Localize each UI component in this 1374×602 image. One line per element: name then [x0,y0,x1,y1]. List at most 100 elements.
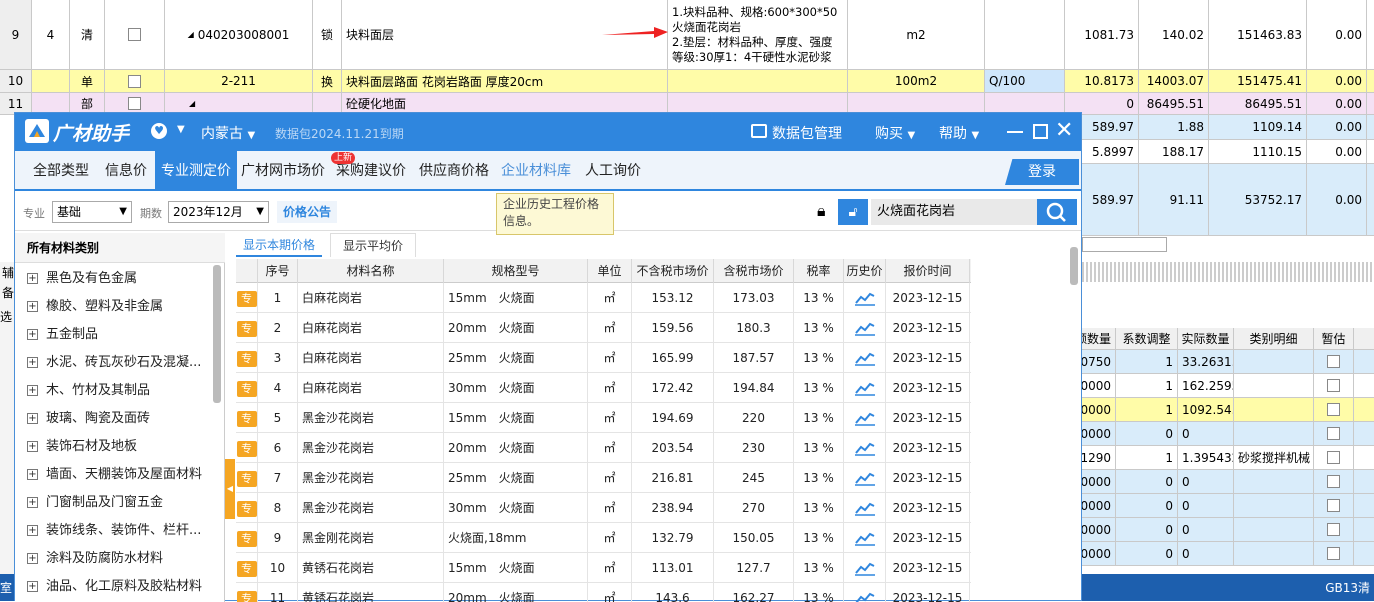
major-select[interactable]: 基础 ▼ [52,201,132,223]
price-row[interactable]: 专 5 黑金沙花岗岩 15mm 火烧面㎡ 194.69 220 13 % 2023-12-15 [236,403,971,433]
row-name[interactable]: 砼硬化地面 [342,93,668,114]
price-row[interactable]: 专 10 黄锈石花岗岩 15mm 火烧面㎡ 113.01 127.7 13 % 2023-12… [236,553,971,583]
expand-icon[interactable]: + [27,581,38,592]
region-select[interactable]: 内蒙古 ▼ [201,123,255,143]
lower-grid-row[interactable]: 0.000011092.54... [1082,398,1374,422]
row-name[interactable]: 块料面层路面 花岗岩路面 厚度20cm [342,70,668,92]
category-item[interactable]: + 墙面、天棚装饰及屋面材料 [15,461,225,489]
sheet-row[interactable]: 589.97 91.11 53752.17 0.00 [1082,164,1374,236]
row-checkbox[interactable] [128,97,141,110]
price-row[interactable]: 专 4 白麻花岗岩 30mm 火烧面㎡ 172.42 194.84 13 % 2023-12-… [236,373,971,403]
trend-chart-icon[interactable] [854,290,876,306]
period-select[interactable]: 2023年12月 ▼ [168,201,269,223]
collapse-triangle-icon[interactable]: ◢ [189,99,195,108]
expand-icon[interactable]: + [27,357,38,368]
provisional-checkbox[interactable] [1327,499,1340,512]
column-header[interactable]: 税率 [794,259,844,283]
briefcase-icon[interactable] [751,124,767,138]
category-item[interactable]: + 涂料及防腐防水材料 [15,545,225,573]
tab-current-price[interactable]: 显示本期价格 [236,233,322,257]
lower-grid-row[interactable]: 0.000000 [1082,422,1374,446]
trend-chart-icon[interactable] [854,410,876,426]
lower-grid-row[interactable]: 0.000000 [1082,542,1374,566]
column-header[interactable]: 报价时间 [886,259,970,283]
expand-icon[interactable]: + [27,525,38,536]
price-row[interactable]: 专 1 白麻花岗岩 15mm 火烧面㎡ 153.12 173.03 13 % 2023-12-… [236,283,971,313]
expand-icon[interactable]: + [27,497,38,508]
row-description[interactable]: 1.块料品种、规格:600*300*50火烧面花岗岩 2.垫层：材料品种、厚度、… [668,0,848,69]
data-package-menu[interactable]: 数据包管理 [772,123,842,143]
column-header[interactable]: 材料名称 [298,259,444,283]
tab-info-price[interactable]: 信息价 [105,151,147,189]
tab-labor-inquiry[interactable]: 人工询价 [585,151,641,189]
price-row[interactable]: 专 8 黑金沙花岗岩 30mm 火烧面㎡ 238.94 270 13 % 2023-12-15 [236,493,971,523]
tab-market-price[interactable]: 广材网市场价 [241,151,325,189]
minimize-icon[interactable] [1007,131,1023,133]
price-row[interactable]: 专 6 黑金沙花岗岩 20mm 火烧面㎡ 203.54 230 13 % 2023-12-15 [236,433,971,463]
expand-icon[interactable]: + [27,385,38,396]
lower-grid-row[interactable]: 3.0750133.2631... [1082,350,1374,374]
search-input[interactable]: 火烧面花岗岩 [871,199,1037,225]
expand-icon[interactable]: + [27,273,38,284]
category-item[interactable]: + 水泥、砖瓦灰砂石及混凝... [15,349,225,377]
column-header[interactable] [236,259,258,283]
provisional-checkbox[interactable] [1327,379,1340,392]
category-item[interactable]: + 橡胶、塑料及非金属 [15,293,225,321]
trend-chart-icon[interactable] [854,590,876,602]
row-unit2[interactable]: Q/100 [985,70,1065,92]
trend-chart-icon[interactable] [854,440,876,456]
collapse-panel-handle[interactable]: ◀ [225,459,235,519]
row-checkbox[interactable] [128,28,141,41]
column-header[interactable]: 历史价 [844,259,886,283]
maximize-icon[interactable] [1033,124,1048,139]
expand-icon[interactable]: + [27,329,38,340]
expand-icon[interactable]: + [27,301,38,312]
sheet-row-10[interactable]: 10 单 2-211 换 块料面层路面 花岗岩路面 厚度20cm 100m2 Q… [0,70,1374,93]
category-item[interactable]: + 五金制品 [15,321,225,349]
trend-chart-icon[interactable] [854,470,876,486]
sheet-row[interactable]: 5.8997 188.17 1110.15 0.00 [1082,140,1374,164]
chevron-down-icon[interactable]: ▼ [177,124,185,135]
trend-chart-icon[interactable] [854,500,876,516]
expand-icon[interactable]: + [27,469,38,480]
category-item[interactable]: + 门窗制品及门窗五金 [15,489,225,517]
trend-chart-icon[interactable] [854,320,876,336]
help-menu[interactable]: 帮助 ▼ [939,123,979,143]
lower-grid-row[interactable]: 5.000000 [1082,470,1374,494]
category-item[interactable]: + 装饰线条、装饰件、栏杆... [15,517,225,545]
provisional-checkbox[interactable] [1327,355,1340,368]
column-header[interactable]: 单位 [588,259,632,283]
title-bar[interactable]: 广材助手 ♥ ▼ 内蒙古 ▼ 数据包2024.11.21到期 数据包管理 购买 … [15,113,1081,151]
heart-icon[interactable]: ♥ [151,123,167,139]
tab-all-types[interactable]: 全部类型 [33,151,89,189]
category-item[interactable]: + 装饰石材及地板 [15,433,225,461]
trend-chart-icon[interactable] [854,380,876,396]
tab-supplier-price[interactable]: 供应商价格 [419,151,489,189]
price-row[interactable]: 专 9 黑金刚花岗岩 火烧面,18mm ㎡ 132.79 150.05 13 % 2023-12… [236,523,971,553]
price-row[interactable]: 专 3 白麻花岗岩 25mm 火烧面㎡ 165.99 187.57 13 % 2023-12-… [236,343,971,373]
expand-icon[interactable]: + [27,553,38,564]
login-button[interactable]: 登录 [1005,159,1079,185]
lower-grid-row[interactable]: 0.129011.395432砂浆搅拌机械 [1082,446,1374,470]
buy-menu[interactable]: 购买 ▼ [875,123,915,143]
column-header[interactable]: 规格型号 [444,259,588,283]
search-button[interactable] [1037,199,1077,225]
close-icon[interactable]: ✕ [1055,117,1073,145]
category-item[interactable]: + 黑色及有色金属 [15,265,225,293]
category-item[interactable]: + 木、竹材及其制品 [15,377,225,405]
tab-professional-price[interactable]: 专业测定价 [155,151,237,189]
sheet-row[interactable]: 589.97 1.88 1109.14 0.00 [1082,115,1374,140]
trend-chart-icon[interactable] [854,560,876,576]
tab-average-price[interactable]: 显示平均价 [330,233,416,257]
h-scrollbar[interactable] [1082,237,1167,252]
category-item[interactable]: + 玻璃、陶瓷及面砖 [15,405,225,433]
column-header[interactable]: 含税市场价 [714,259,794,283]
provisional-checkbox[interactable] [1327,475,1340,488]
expand-icon[interactable]: + [27,441,38,452]
price-row[interactable]: 专 7 黑金沙花岗岩 25mm 火烧面㎡ 216.81 245 13 % 2023-12-15 [236,463,971,493]
lower-grid-row[interactable]: 0.000000 [1082,518,1374,542]
unlock-icon[interactable]: 🔓︎ [838,199,868,225]
category-scrollbar[interactable] [213,265,221,403]
collapse-triangle-icon[interactable]: ◢ [188,30,194,39]
lower-grid-row[interactable]: 5.00001162.2595 [1082,374,1374,398]
